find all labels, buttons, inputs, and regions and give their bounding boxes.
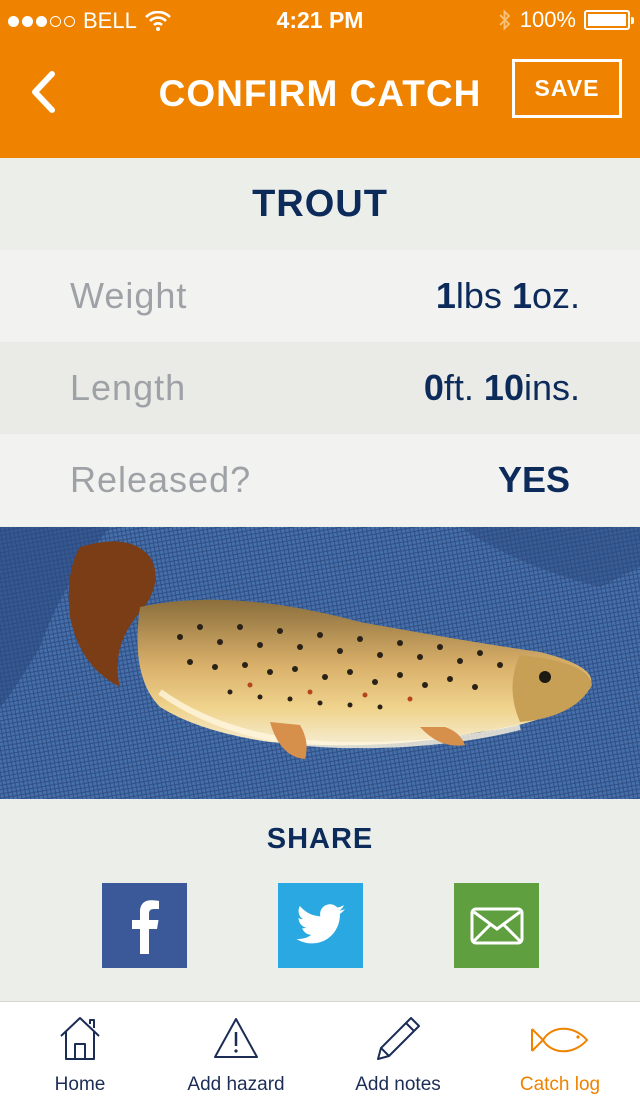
pencil-icon [377, 1017, 420, 1060]
share-section: SHARE [0, 799, 640, 1001]
fish-photo-illustration [0, 527, 640, 799]
battery-percent: 100% [519, 7, 576, 32]
weight-value[interactable]: 1lbs 1oz. [436, 275, 580, 317]
mail-icon [470, 907, 523, 944]
tab-add-notes-label: Add notes [355, 1074, 441, 1095]
fish-icon [531, 1027, 589, 1053]
tab-add-hazard-label: Add hazard [187, 1074, 285, 1095]
length-label: Length [70, 367, 187, 408]
tab-home[interactable]: Home [0, 1002, 160, 1098]
tab-home-label: Home [54, 1074, 106, 1095]
share-title: SHARE [266, 823, 374, 855]
length-ins: 10 [483, 367, 524, 408]
weight-label: Weight [70, 275, 188, 316]
share-twitter-button[interactable] [278, 883, 363, 968]
length-ft-unit: ft. [443, 367, 474, 408]
length-ins-unit: ins. [523, 367, 580, 408]
tab-catch-log[interactable]: Catch log [480, 1002, 640, 1098]
weight-oz-unit: oz. [531, 275, 580, 316]
length-row[interactable]: Length 0ft. 10ins. [0, 342, 640, 434]
home-icon [60, 1017, 100, 1060]
battery-status: 100% [498, 7, 634, 33]
released-row[interactable]: Released? YES [0, 434, 640, 526]
tab-add-notes[interactable]: Add notes [318, 1002, 478, 1098]
species-name: TROUT [0, 158, 640, 250]
facebook-icon [131, 899, 159, 954]
tab-add-hazard[interactable]: Add hazard [156, 1002, 316, 1098]
status-bar: BELL 4:21 PM 100% [0, 0, 640, 40]
catch-photo[interactable] [0, 527, 640, 799]
weight-lbs-unit: lbs [455, 275, 502, 316]
length-value[interactable]: 0ft. 10ins. [424, 367, 580, 409]
save-button[interactable]: SAVE [512, 59, 622, 118]
weight-oz: 1 [511, 275, 532, 316]
tab-bar: Home Add hazard Add notes Catch log [0, 1001, 640, 1098]
nav-bar: CONFIRM CATCH SAVE [0, 40, 640, 158]
warning-icon [214, 1018, 258, 1058]
battery-icon [584, 10, 634, 30]
tab-catch-log-label: Catch log [519, 1074, 601, 1095]
released-label: Released? [70, 459, 252, 500]
weight-row[interactable]: Weight 1lbs 1oz. [0, 250, 640, 342]
share-facebook-button[interactable] [102, 883, 187, 968]
weight-lbs: 1 [435, 275, 456, 316]
bluetooth-icon [499, 9, 510, 31]
released-value[interactable]: YES [498, 459, 570, 501]
twitter-icon [296, 903, 345, 943]
share-email-button[interactable] [454, 883, 539, 968]
length-ft: 0 [423, 367, 444, 408]
